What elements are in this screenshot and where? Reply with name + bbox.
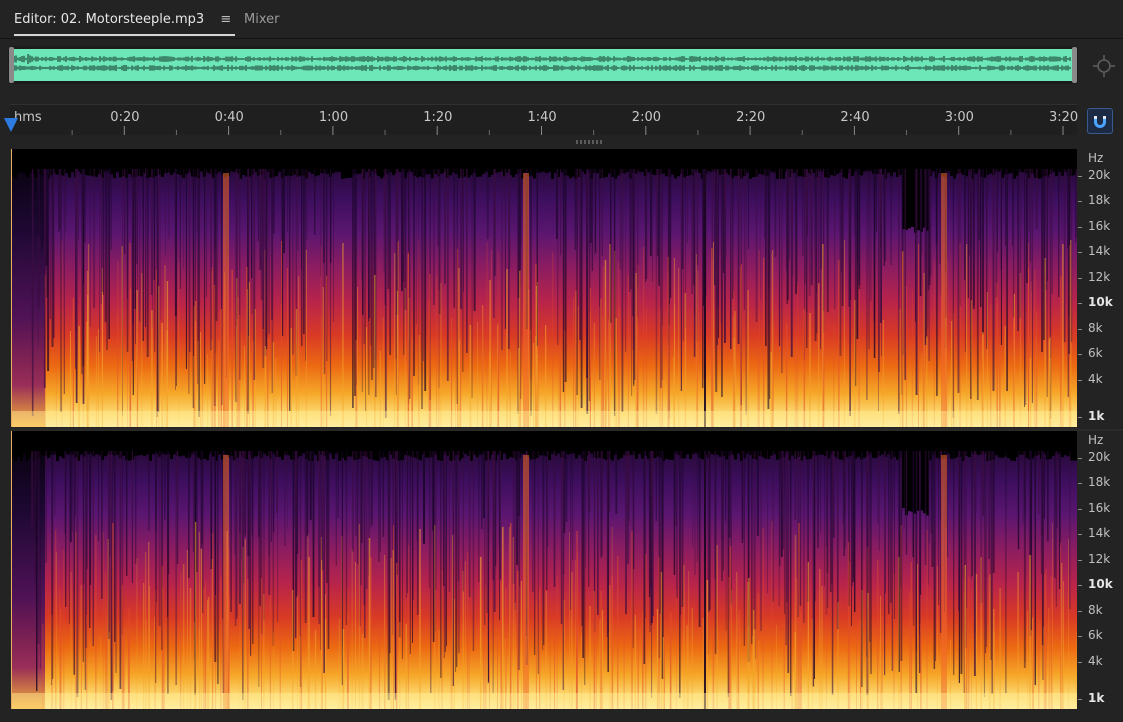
frequency-label: 20k — [1088, 450, 1111, 464]
frequency-tick — [1078, 611, 1082, 612]
frequency-tick — [1078, 252, 1082, 253]
overview-right-handle[interactable] — [1072, 47, 1077, 83]
ruler-time-label: 1:00 — [318, 110, 349, 125]
frequency-label: 4k — [1088, 372, 1103, 386]
frequency-label: 1k — [1088, 691, 1105, 705]
frequency-scale-channel-1[interactable]: Hz 20k 18k 16k 14k 12k 10k 8k 6k 4k 1k — [1078, 149, 1123, 429]
frequency-label: 12k — [1088, 270, 1111, 284]
channel-cursor-line — [11, 431, 12, 709]
frequency-unit-label: Hz — [1088, 433, 1104, 447]
ruler-time-label: 1:40 — [527, 110, 557, 125]
frequency-tick — [1078, 534, 1082, 535]
playhead-marker[interactable] — [4, 118, 18, 132]
frequency-tick — [1078, 278, 1082, 279]
tab-editor[interactable]: Editor: 02. Motorsteeple.mp3 ≡ — [14, 12, 236, 36]
tab-mixer[interactable]: Mixer — [244, 12, 279, 27]
crosshair-zoom-icon[interactable] — [1092, 54, 1116, 78]
frequency-label: 16k — [1088, 501, 1111, 515]
ruler-time-label: 1:20 — [423, 110, 453, 125]
frequency-label: 6k — [1088, 628, 1103, 642]
frequency-label: 1k — [1088, 409, 1105, 423]
frequency-label: 8k — [1088, 321, 1103, 335]
panel-resize-grip[interactable] — [576, 140, 604, 144]
frequency-scale-channel-2[interactable]: Hz 20k 18k 16k 14k 12k 10k 8k 6k 4k 1k — [1078, 431, 1123, 711]
magnet-icon — [1094, 116, 1106, 128]
frequency-tick — [1078, 585, 1082, 586]
overview-waveform-trace — [14, 53, 1071, 71]
frequency-label: 18k — [1088, 193, 1111, 207]
frequency-tick — [1078, 458, 1082, 459]
ruler-time-label: 2:40 — [840, 110, 870, 125]
frequency-label: 10k — [1088, 295, 1113, 309]
frequency-label: 8k — [1088, 603, 1103, 617]
frequency-label: 4k — [1088, 654, 1103, 668]
frequency-tick — [1078, 560, 1082, 561]
frequency-tick — [1078, 380, 1082, 381]
tab-editor-label: Editor: 02. Motorsteeple.mp3 — [14, 12, 205, 27]
frequency-tick — [1078, 176, 1082, 177]
ruler-time-label: 0:20 — [110, 110, 140, 125]
spectrogram-channel-1[interactable] — [11, 149, 1077, 427]
ruler-time-label: 2:20 — [736, 110, 766, 125]
frequency-tick — [1078, 699, 1082, 700]
frequency-tick — [1078, 227, 1082, 228]
frequency-tick — [1078, 354, 1082, 355]
ruler-time-label: 0:40 — [214, 110, 244, 125]
frequency-tick — [1078, 303, 1082, 304]
frequency-tick — [1078, 417, 1082, 418]
ruler-time-label: 3:20 — [1049, 110, 1079, 125]
spectrogram-texture — [11, 431, 1077, 709]
frequency-tick — [1078, 636, 1082, 637]
frequency-label: 12k — [1088, 552, 1111, 566]
frequency-tick — [1078, 509, 1082, 510]
overview-waveform-fill — [14, 49, 1072, 81]
frequency-label: 14k — [1088, 244, 1111, 258]
snap-toggle-button[interactable] — [1087, 108, 1113, 134]
frequency-label: 10k — [1088, 577, 1113, 591]
frequency-tick — [1078, 201, 1082, 202]
panel-menu-icon[interactable]: ≡ — [220, 12, 231, 27]
ruler-time-label: 2:00 — [631, 110, 661, 125]
overview-waveform[interactable] — [8, 46, 1078, 84]
ruler-time-label: 3:00 — [944, 110, 974, 125]
spectrogram-texture — [11, 149, 1077, 427]
frequency-label: 18k — [1088, 475, 1111, 489]
frequency-tick — [1078, 483, 1082, 484]
panel-tab-bar: Editor: 02. Motorsteeple.mp3 ≡ Mixer — [0, 0, 1123, 39]
overview-left-handle[interactable] — [9, 47, 14, 83]
frequency-unit-label: Hz — [1088, 151, 1104, 165]
channel-cursor-line — [11, 149, 12, 427]
spectrogram-channel-2[interactable] — [11, 431, 1077, 709]
frequency-label: 20k — [1088, 168, 1111, 182]
frequency-tick — [1078, 662, 1082, 663]
time-ruler[interactable]: hms 0:20 0:40 1:00 1:20 1:40 2:00 2:20 2:40 3:00… — [10, 104, 1079, 135]
frequency-label: 16k — [1088, 219, 1111, 233]
frequency-tick — [1078, 329, 1082, 330]
frequency-label: 14k — [1088, 526, 1111, 540]
frequency-label: 6k — [1088, 346, 1103, 360]
